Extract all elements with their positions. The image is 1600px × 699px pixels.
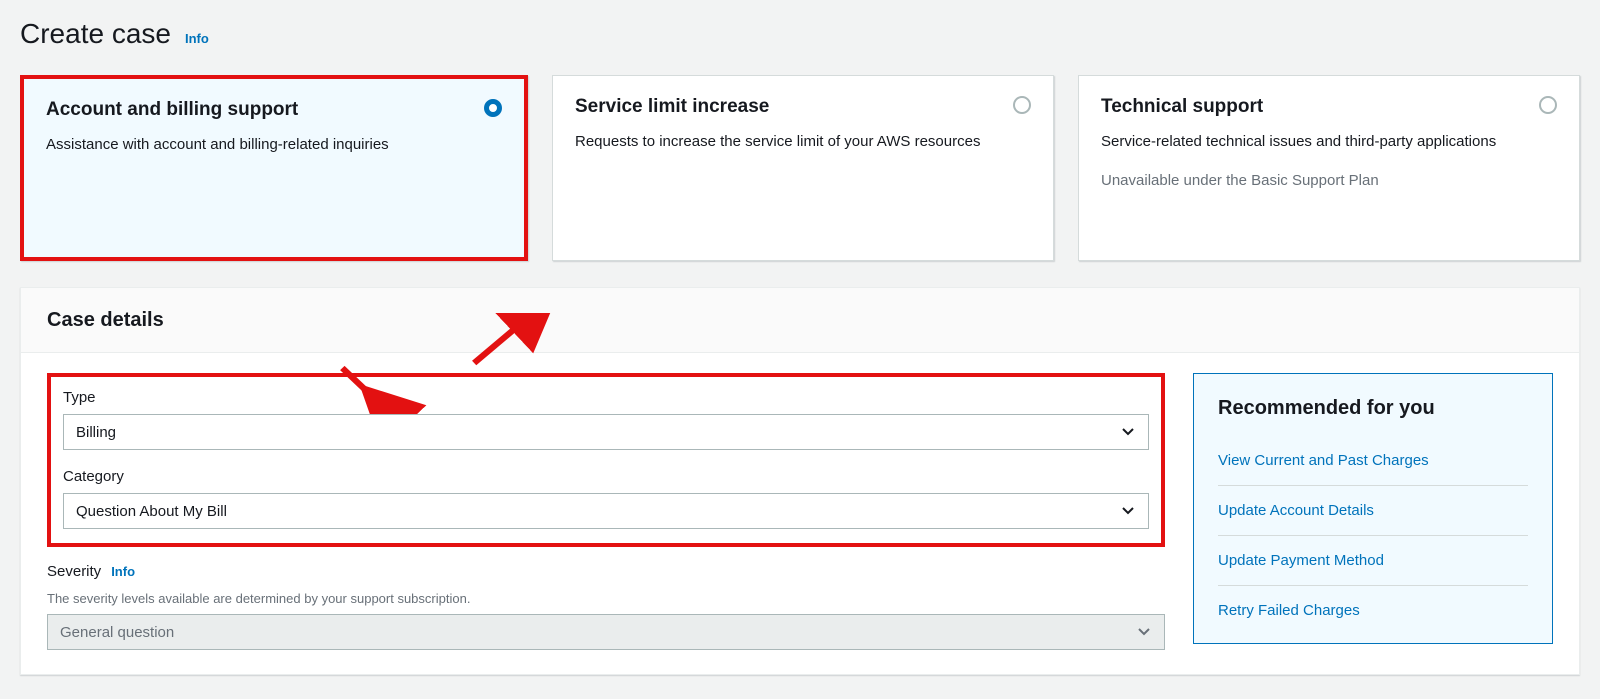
case-type-service-limit[interactable]: Service limit increase Requests to incre… bbox=[552, 75, 1054, 261]
list-item: Update Payment Method bbox=[1218, 536, 1528, 586]
recommended-panel: Recommended for you View Current and Pas… bbox=[1193, 373, 1553, 644]
category-select[interactable]: Question About My Bill bbox=[63, 493, 1149, 529]
info-link[interactable]: Info bbox=[185, 30, 209, 48]
recommended-heading: Recommended for you bbox=[1218, 394, 1528, 422]
list-item: Retry Failed Charges bbox=[1218, 586, 1528, 635]
type-value: Billing bbox=[76, 422, 116, 443]
chevron-down-icon bbox=[1122, 507, 1134, 515]
list-item: View Current and Past Charges bbox=[1218, 436, 1528, 486]
case-type-title: Account and billing support bbox=[46, 97, 502, 124]
case-type-description: Requests to increase the service limit o… bbox=[575, 131, 1031, 152]
severity-value: General question bbox=[60, 622, 174, 643]
case-details-panel: Case details Type B bbox=[20, 287, 1580, 675]
case-type-note: Unavailable under the Basic Support Plan bbox=[1101, 170, 1557, 191]
type-select[interactable]: Billing bbox=[63, 414, 1149, 450]
case-type-options: Account and billing support Assistance w… bbox=[20, 75, 1580, 261]
case-type-title: Technical support bbox=[1101, 94, 1557, 121]
severity-hint: The severity levels available are determ… bbox=[47, 590, 1165, 608]
recommended-link[interactable]: Update Account Details bbox=[1218, 502, 1374, 519]
case-details-heading: Case details bbox=[47, 306, 1553, 334]
chevron-down-icon bbox=[1138, 628, 1150, 636]
case-type-description: Assistance with account and billing-rela… bbox=[46, 134, 502, 155]
case-type-title: Service limit increase bbox=[575, 94, 1031, 121]
list-item: Update Account Details bbox=[1218, 486, 1528, 536]
type-category-highlight: Type Billing Category Question About My … bbox=[47, 373, 1165, 547]
category-label: Category bbox=[63, 466, 1149, 487]
chevron-down-icon bbox=[1122, 428, 1134, 436]
severity-select: General question bbox=[47, 614, 1165, 650]
case-type-description: Service-related technical issues and thi… bbox=[1101, 131, 1557, 152]
page-title: Create case bbox=[20, 14, 171, 53]
recommended-link[interactable]: View Current and Past Charges bbox=[1218, 452, 1429, 469]
type-label: Type bbox=[63, 387, 1149, 408]
case-type-account-billing[interactable]: Account and billing support Assistance w… bbox=[20, 75, 528, 261]
severity-label: Severity bbox=[47, 561, 101, 582]
recommended-link[interactable]: Update Payment Method bbox=[1218, 552, 1384, 569]
category-value: Question About My Bill bbox=[76, 501, 227, 522]
recommended-link[interactable]: Retry Failed Charges bbox=[1218, 602, 1360, 619]
case-type-technical[interactable]: Technical support Service-related techni… bbox=[1078, 75, 1580, 261]
severity-info-link[interactable]: Info bbox=[111, 563, 135, 581]
